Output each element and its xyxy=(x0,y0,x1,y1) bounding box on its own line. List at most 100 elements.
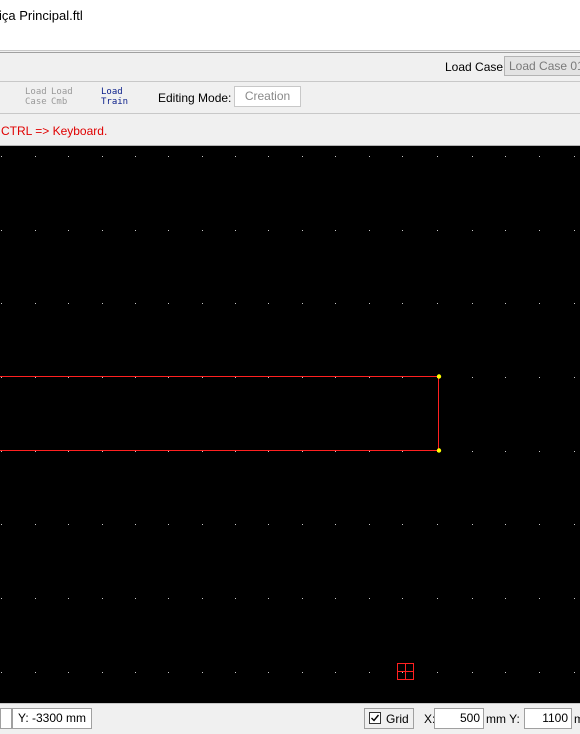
grid-dot xyxy=(68,598,69,599)
grid-dot xyxy=(472,156,473,157)
grid-dot xyxy=(202,524,203,525)
load-case-bar: Load Case: Load Case 01 xyxy=(0,52,580,82)
status-bar: Y: -3300 mm Grid X: 500 mm Y: 1100 m xyxy=(0,703,580,734)
grid-dot xyxy=(35,377,36,378)
grid-dot xyxy=(302,230,303,231)
grid-dot xyxy=(472,377,473,378)
grid-dot xyxy=(574,230,575,231)
grid-dot xyxy=(472,672,473,673)
grid-dot xyxy=(302,598,303,599)
grid-dot xyxy=(335,156,336,157)
grid-dot xyxy=(505,524,506,525)
grid-dot xyxy=(369,303,370,304)
load-cmb-button-line2: Cmb xyxy=(51,97,68,107)
grid-dot xyxy=(102,598,103,599)
grid-dot xyxy=(268,377,269,378)
grid-dot xyxy=(68,377,69,378)
toolbar: Load Case Load Cmb Load Train Editing Mo… xyxy=(0,82,580,114)
grid-dot xyxy=(1,230,2,231)
load-case-button[interactable]: Load Case xyxy=(25,87,47,107)
grid-dot xyxy=(574,156,575,157)
grid-dot xyxy=(35,156,36,157)
grid-dot xyxy=(437,303,438,304)
grid-dot xyxy=(369,377,370,378)
grid-dot xyxy=(235,230,236,231)
grid-dot xyxy=(539,672,540,673)
grid-dot xyxy=(235,451,236,452)
grid-dot xyxy=(68,672,69,673)
grid-dot xyxy=(302,303,303,304)
y-spacing-input[interactable]: 1100 xyxy=(524,708,572,729)
grid-dot xyxy=(1,524,2,525)
hint-bar: CTRL => Keyboard. xyxy=(0,115,580,146)
grid-dot xyxy=(35,672,36,673)
grid-dot xyxy=(135,230,136,231)
grid-dot xyxy=(202,672,203,673)
grid-dot xyxy=(505,230,506,231)
grid-dot xyxy=(268,524,269,525)
grid-dot xyxy=(268,672,269,673)
load-train-button-line2: Train xyxy=(101,97,129,107)
grid-dot xyxy=(1,672,2,673)
grid-dot xyxy=(135,156,136,157)
grid-dot xyxy=(539,156,540,157)
grid-dot xyxy=(135,451,136,452)
grid-dot xyxy=(102,524,103,525)
grid-dot xyxy=(168,598,169,599)
grid-dot xyxy=(235,156,236,157)
grid-dot xyxy=(35,230,36,231)
editing-mode-field[interactable]: Creation xyxy=(234,86,301,107)
editing-mode-label: Editing Mode: xyxy=(158,91,232,105)
grid-dot xyxy=(505,377,506,378)
grid-dot xyxy=(539,451,540,452)
canvas-svg[interactable] xyxy=(0,146,580,703)
grid-dot xyxy=(68,303,69,304)
grid-dot xyxy=(35,451,36,452)
grid-dot xyxy=(1,377,2,378)
grid-dot xyxy=(472,451,473,452)
grid-dot xyxy=(68,451,69,452)
x-spacing-input[interactable]: 500 xyxy=(434,708,484,729)
grid-dot xyxy=(369,672,370,673)
grid-dot xyxy=(268,156,269,157)
grid-dot xyxy=(102,230,103,231)
grid-dot xyxy=(402,672,403,673)
grid-dot xyxy=(235,598,236,599)
grid-dot xyxy=(102,377,103,378)
grid-dot xyxy=(402,230,403,231)
load-cmb-button[interactable]: Load Cmb xyxy=(51,87,73,107)
status-x-coord-field xyxy=(0,708,12,729)
grid-dot xyxy=(268,451,269,452)
grid-checkbox[interactable] xyxy=(369,712,381,724)
grid-dot xyxy=(505,598,506,599)
y-unit-label: m xyxy=(574,712,580,726)
grid-dot xyxy=(302,156,303,157)
drawing-canvas[interactable] xyxy=(0,146,580,703)
checkmark-icon xyxy=(371,714,380,722)
grid-dot xyxy=(574,451,575,452)
grid-dot xyxy=(369,598,370,599)
grid-dot xyxy=(102,303,103,304)
grid-dot xyxy=(235,524,236,525)
grid-dot xyxy=(235,672,236,673)
node-top[interactable] xyxy=(436,374,442,379)
grid-dot xyxy=(335,524,336,525)
node-bottom[interactable] xyxy=(436,448,442,453)
grid-dot xyxy=(437,598,438,599)
load-case-button-line1: Load xyxy=(25,87,47,97)
grid-dot xyxy=(302,672,303,673)
grid-toggle[interactable]: Grid xyxy=(364,708,414,729)
load-case-button-line2: Case xyxy=(25,97,47,107)
grid-dot xyxy=(68,524,69,525)
grid-dot xyxy=(539,230,540,231)
load-train-button[interactable]: Load Train xyxy=(101,87,128,107)
grid-dot xyxy=(302,524,303,525)
keyboard-hint: CTRL => Keyboard. xyxy=(1,124,108,138)
grid-dot xyxy=(268,303,269,304)
grid-dot xyxy=(68,156,69,157)
mm-y-label: mm Y: xyxy=(486,712,520,726)
grid-dot xyxy=(1,303,2,304)
load-cmb-button-line1: Load xyxy=(51,87,73,97)
load-case-select[interactable]: Load Case 01 xyxy=(504,56,580,76)
grid-dots xyxy=(1,156,575,673)
